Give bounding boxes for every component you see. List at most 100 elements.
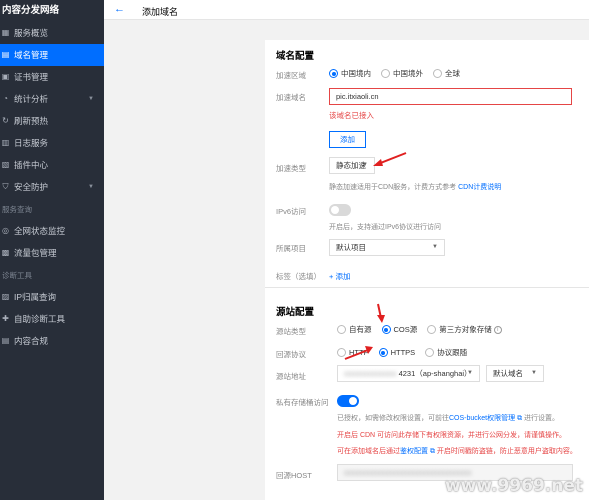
external-link-icon: ⧉ <box>428 448 437 455</box>
sidebar-item[interactable]: ▣ 证书管理 <box>0 66 104 88</box>
page-title: 添加域名 <box>142 7 179 17</box>
radio-option[interactable]: 协议跟随 <box>425 347 467 358</box>
cdn-billing-link[interactable]: CDN计费说明 <box>458 184 501 191</box>
sidebar-item[interactable]: ▤ 域名管理 <box>0 44 104 66</box>
origin-domain-select[interactable]: 默认域名 ▼ <box>486 365 544 382</box>
stats-icon: ◔ <box>3 94 8 103</box>
private-bucket-label: 私有存储桶访问 <box>276 398 329 407</box>
radio-option[interactable]: 中国境外 <box>381 68 423 79</box>
package-icon: ▩ <box>1 248 10 257</box>
auth-config-link[interactable]: 鉴权配置 <box>400 448 428 455</box>
sidebar-item[interactable]: ↻ 刷新预热 <box>0 110 104 132</box>
refresh-icon: ↻ <box>2 116 9 125</box>
cos-bucket-permission-link[interactable]: COS-bucket权限管理 <box>449 415 515 422</box>
compliance-icon: ▤ <box>1 336 10 345</box>
sidebar-item[interactable]: ⛉ 安全防护 ▼ <box>0 176 104 198</box>
origin-host-label: 回源HOST <box>276 471 312 480</box>
radio-circle <box>381 69 390 78</box>
radio-circle <box>427 325 437 334</box>
back-arrow-icon[interactable]: ← <box>114 3 125 15</box>
diagnose-icon: ✚ <box>2 314 9 323</box>
sidebar-item[interactable]: ▤ 内容合规 <box>0 330 104 352</box>
origin-config-title: 源站配置 <box>276 307 315 318</box>
annotation-arrow-cos <box>377 303 385 323</box>
sidebar: 内容分发网络 ▦ 服务概览 ▤ 域名管理 ▣ 证书管理 ◔ 统计分析 ▼ ↻ 刷新预热 ▥ 日志服务 ▧ 插… <box>0 0 104 500</box>
sidebar-item[interactable]: ▩ 流量包管理 <box>0 242 104 264</box>
acceleration-type-select[interactable]: 静态加速 ▼ <box>329 157 375 174</box>
project-label: 所属项目 <box>276 244 306 253</box>
sidebar-item-label: 证书管理 <box>14 72 49 82</box>
info-icon[interactable]: i <box>493 325 502 334</box>
radio-option[interactable]: 自有源 <box>337 324 372 335</box>
domain-icon: ▤ <box>1 50 10 59</box>
sidebar-item[interactable]: ◔ 统计分析 ▼ <box>0 88 104 110</box>
origin-address-select[interactable]: xxxxxxxxxxxxxx 4231（ap-shanghai） ▼ <box>337 365 480 382</box>
radio-option[interactable]: HTTPS <box>378 348 416 357</box>
protocol-label: 回源协议 <box>276 350 306 359</box>
private-bucket-hint: 已授权，如需修改权限设置，可前往COS-bucket权限管理 ⧉ 进行设置。 <box>337 415 560 422</box>
watermark: www.9969.net <box>444 476 583 496</box>
annotation-arrow-type <box>373 152 407 166</box>
radio-label: COS源 <box>393 325 418 334</box>
sidebar-item[interactable]: ▦ 服务概览 <box>0 22 104 44</box>
radio-option[interactable]: COS源 <box>381 324 418 335</box>
origin-domain-value: 默认域名 <box>493 369 523 378</box>
project-select[interactable]: 默认项目 ▼ <box>329 239 445 256</box>
ipv6-toggle[interactable] <box>329 204 351 216</box>
radio-circle <box>378 348 388 357</box>
radio-option[interactable]: 全球 <box>433 68 460 79</box>
add-domain-button[interactable]: 添加 <box>329 131 366 148</box>
sidebar-item[interactable]: ▧ 插件中心 <box>0 154 104 176</box>
sidebar-item[interactable]: ✚ 自助诊断工具 <box>0 308 104 330</box>
sidebar-item-label: 服务概览 <box>14 28 49 38</box>
sidebar-item[interactable]: ◎ 全网状态监控 <box>0 220 104 242</box>
origin-address-value: 4231（ap-shanghai） <box>398 369 472 378</box>
sidebar-item[interactable]: ▨ IP归属查询 <box>0 286 104 308</box>
sidebar-item-label: 统计分析 <box>14 94 49 104</box>
sidebar-item-label: IP归属查询 <box>14 292 57 302</box>
chevron-down-icon: ▼ <box>531 370 537 376</box>
toggle-knob <box>349 397 357 405</box>
origin-address-blurred: xxxxxxxxxxxxxx <box>344 369 397 378</box>
sidebar-item-label: 自助诊断工具 <box>14 314 66 324</box>
domain-label: 加速域名 <box>276 93 306 102</box>
radio-circle <box>337 325 346 334</box>
toggle-knob <box>331 206 339 214</box>
sidebar-item-label: 安全防护 <box>14 182 49 192</box>
radio-circle <box>329 69 338 78</box>
nav-section-tools: 诊断工具 <box>2 271 32 280</box>
external-link-icon: ⧉ <box>515 415 525 422</box>
sidebar-item-label: 日志服务 <box>14 138 49 148</box>
sidebar-item[interactable]: ▥ 日志服务 <box>0 132 104 154</box>
radio-option[interactable]: 第三方对象存储 i <box>427 324 502 335</box>
private-bucket-toggle[interactable] <box>337 395 359 407</box>
tag-label: 标签（选填） <box>276 272 321 281</box>
radio-label: HTTPS <box>390 348 416 357</box>
sidebar-item-label: 全网状态监控 <box>14 226 66 236</box>
annotation-arrow-https <box>344 346 373 360</box>
ip-icon: ▨ <box>1 292 10 301</box>
radio-label: 中国境外 <box>393 69 423 78</box>
radio-label: 第三方对象存储 <box>439 325 492 334</box>
radio-circle <box>381 325 391 334</box>
sidebar-item-label: 流量包管理 <box>14 248 57 258</box>
domain-input[interactable]: pic.itxiaoli.cn <box>329 88 572 105</box>
chevron-down-icon: ▼ <box>432 244 438 250</box>
monitor-icon: ◎ <box>2 226 9 235</box>
radio-option[interactable]: 中国境内 <box>329 68 371 79</box>
sidebar-item-label: 插件中心 <box>14 160 49 170</box>
section-divider <box>265 287 589 288</box>
acceleration-type-label: 加速类型 <box>276 164 306 173</box>
radio-circle <box>425 348 435 357</box>
region-label: 加速区域 <box>276 71 306 80</box>
private-bucket-warning: 开启后 CDN 可访问此存储下有权限资源，并进行公网分发，请谨慎操作。 <box>337 432 567 439</box>
chevron-down-icon: ▼ <box>362 162 368 168</box>
chevron-down-icon: ▼ <box>88 184 94 190</box>
certificate-icon: ▣ <box>1 72 10 81</box>
log-icon: ▥ <box>1 138 10 147</box>
radio-label: 自有源 <box>349 325 372 334</box>
chevron-down-icon: ▼ <box>467 370 473 376</box>
ipv6-hint: 开启后，支持通过IPv6协议进行访问 <box>329 224 442 231</box>
add-tag-link[interactable]: + 添加 <box>329 271 350 282</box>
shield-icon: ⛉ <box>2 182 9 191</box>
